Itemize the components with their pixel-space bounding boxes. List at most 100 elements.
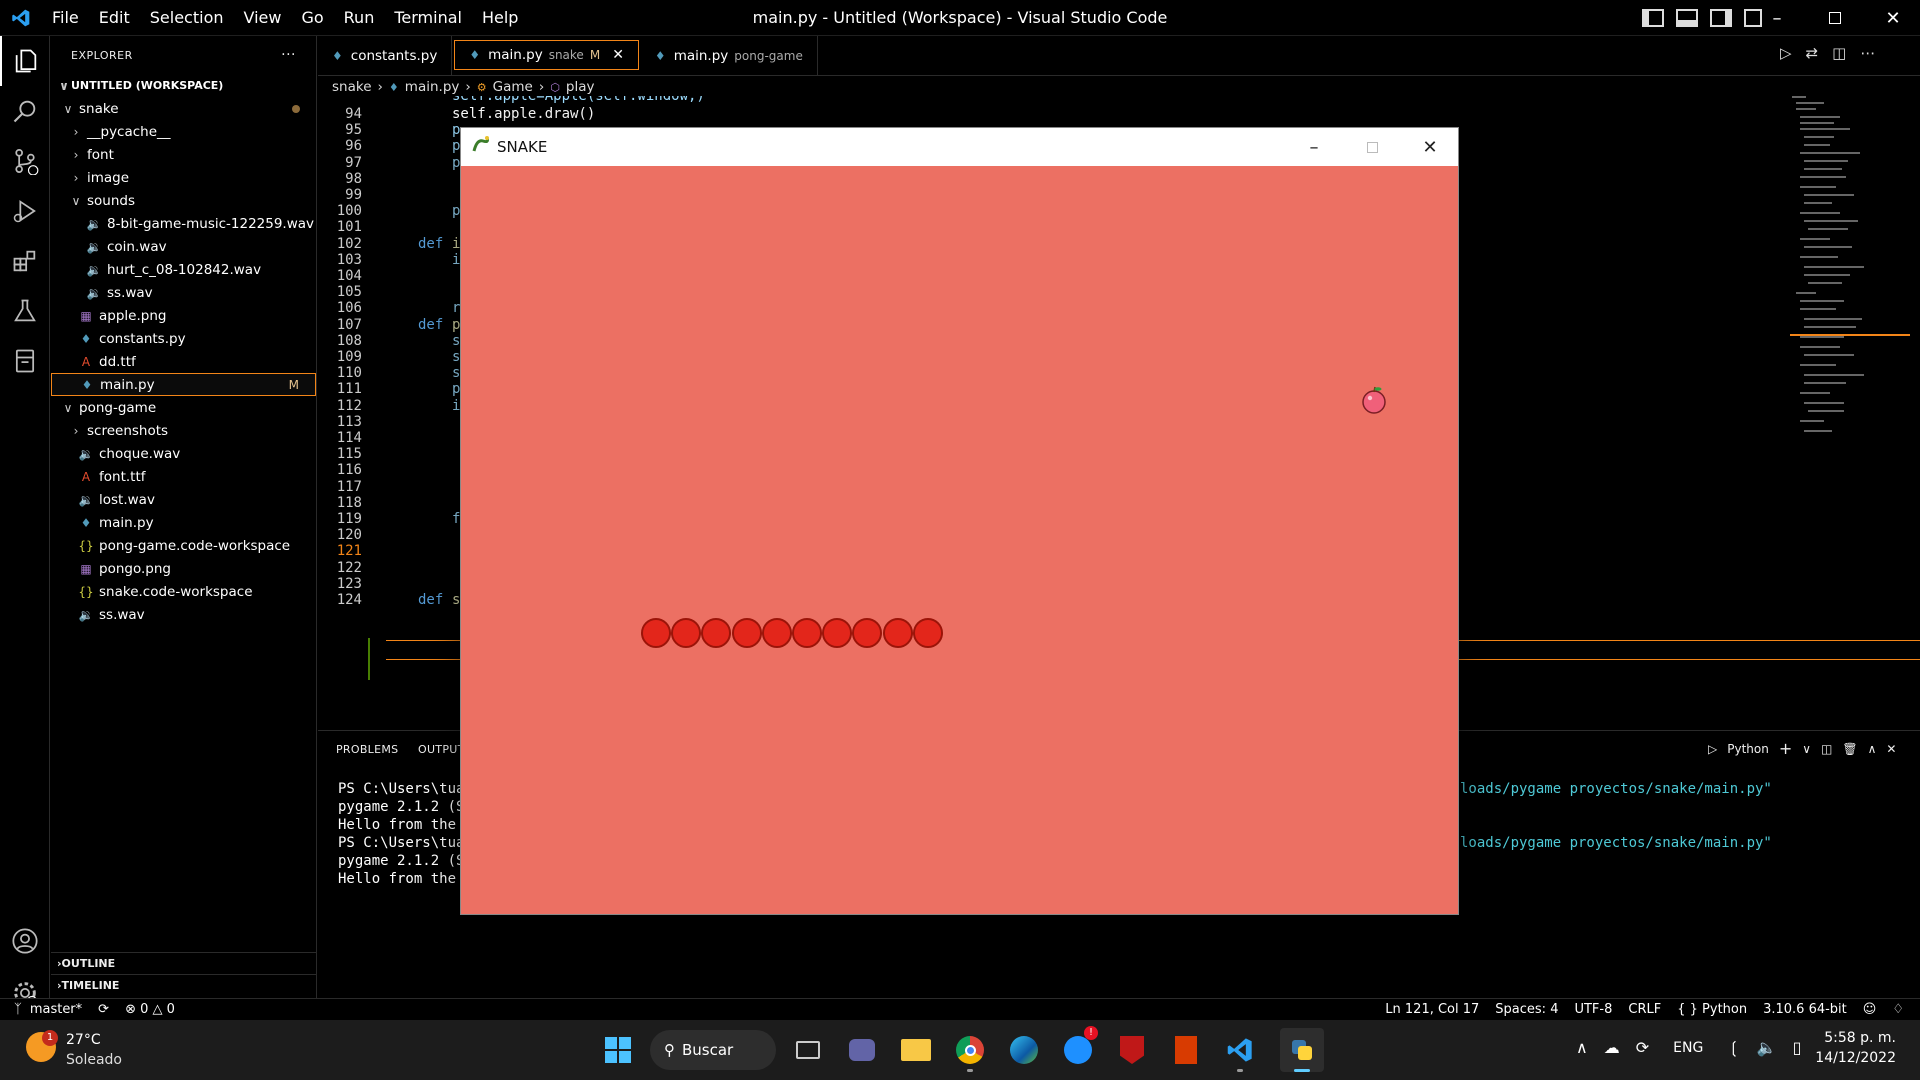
tree-file[interactable]: 🔉 ss.wav xyxy=(51,603,316,626)
search-icon[interactable] xyxy=(0,86,50,136)
tree-file[interactable]: 🔉 ss.wav xyxy=(51,281,316,304)
kill-terminal-icon[interactable]: 🗑 xyxy=(1842,742,1857,756)
workspace-header[interactable]: ∨ UNTITLED (WORKSPACE) xyxy=(51,74,316,97)
menu-view[interactable]: View xyxy=(234,0,292,36)
game-close-button[interactable]: ✕ xyxy=(1401,128,1459,166)
weather-temp[interactable]: 27°C xyxy=(66,1032,101,1048)
clock-time[interactable]: 5:58 p. m. xyxy=(1800,1030,1896,1046)
menu-run[interactable]: Run xyxy=(334,0,385,36)
tree-file[interactable]: 🔉 lost.wav xyxy=(51,488,316,511)
breadcrumb-main-py[interactable]: main.py xyxy=(405,79,460,95)
chrome-icon[interactable] xyxy=(948,1028,992,1072)
notifications-bell-icon[interactable]: ♢ xyxy=(1884,1002,1912,1017)
explorer-icon[interactable] xyxy=(0,36,50,86)
timeline-section[interactable]: › TIMELINE xyxy=(51,974,317,996)
tree-file[interactable]: 🔉 8-bit-game-music-122259.wav xyxy=(51,212,316,235)
accounts-icon[interactable] xyxy=(0,916,50,966)
outline-section[interactable]: › OUTLINE xyxy=(51,952,317,974)
remote-explorer-icon[interactable] xyxy=(0,336,50,386)
indentation[interactable]: Spaces: 4 xyxy=(1487,1002,1566,1017)
minimize-button[interactable]: – xyxy=(1748,0,1806,36)
more-actions-icon[interactable]: ⋯ xyxy=(1860,44,1875,62)
run-python-file-icon[interactable]: ▷ xyxy=(1780,44,1792,62)
git-branch[interactable]: master* xyxy=(30,1002,90,1017)
cursor-position[interactable]: Ln 121, Col 17 xyxy=(1377,1002,1487,1017)
wifi-icon[interactable]: ❲ xyxy=(1727,1038,1740,1057)
tab-problems[interactable]: PROBLEMS xyxy=(336,743,398,756)
explorer-more-button[interactable]: ··· xyxy=(281,47,296,63)
clock-date[interactable]: 14/12/2022 xyxy=(1800,1050,1896,1066)
tree-folder[interactable]: ∨ sounds xyxy=(51,189,316,212)
tree-file[interactable]: ▦ apple.png xyxy=(51,304,316,327)
menu-edit[interactable]: Edit xyxy=(89,0,140,36)
tab-constants-py[interactable]: ♦ constants.py xyxy=(318,36,453,76)
tree-file[interactable]: 🔉 choque.wav xyxy=(51,442,316,465)
sync-arrows-icon[interactable]: ⟳ xyxy=(1636,1038,1649,1057)
tree-file[interactable]: Add.ttf xyxy=(51,350,316,373)
edge-icon[interactable] xyxy=(1002,1028,1046,1072)
tree-folder[interactable]: › screenshots xyxy=(51,419,316,442)
feedback-icon[interactable]: ☺ xyxy=(1855,1002,1885,1017)
weather-desc[interactable]: Soleado xyxy=(66,1052,122,1068)
testing-icon[interactable] xyxy=(0,286,50,336)
split-terminal-icon[interactable]: ◫ xyxy=(1821,742,1832,756)
breadcrumb-play[interactable]: play xyxy=(566,79,595,95)
maximize-panel-icon[interactable]: ∧ xyxy=(1868,742,1877,756)
tree-folder[interactable]: › __pycache__ xyxy=(51,120,316,143)
tab-main-py-pong[interactable]: ♦ main.py pong-game xyxy=(641,36,818,76)
toggle-primary-sidebar-icon[interactable] xyxy=(1642,9,1664,27)
sync-icon[interactable]: ⟳ xyxy=(90,1002,117,1017)
tree-file[interactable]: Afont.ttf xyxy=(51,465,316,488)
game-maximize-button[interactable] xyxy=(1343,128,1401,166)
breadcrumb-snake[interactable]: snake xyxy=(332,79,372,95)
tree-file[interactable]: ♦ constants.py xyxy=(51,327,316,350)
tree-file[interactable]: ♦ main.py M xyxy=(51,373,316,396)
game-playfield[interactable] xyxy=(461,166,1458,914)
tree-file[interactable]: 🔉 hurt_c_08-102842.wav xyxy=(51,258,316,281)
onedrive-cloud-icon[interactable]: ☁ xyxy=(1604,1038,1620,1057)
restore-button[interactable] xyxy=(1806,0,1864,36)
snake-game-window[interactable]: SNAKE – ✕ xyxy=(460,127,1459,915)
close-tab-icon[interactable]: ✕ xyxy=(612,47,624,63)
menu-help[interactable]: Help xyxy=(472,0,528,36)
tree-file[interactable]: ▦ pongo.png xyxy=(51,557,316,580)
chevron-down-icon[interactable]: ∨ xyxy=(1802,742,1811,756)
new-terminal-icon[interactable]: + xyxy=(1779,739,1792,758)
file-explorer-icon[interactable] xyxy=(894,1028,938,1072)
start-windows-icon[interactable] xyxy=(596,1028,640,1072)
terminal-profile[interactable]: Python xyxy=(1727,742,1769,756)
menu-selection[interactable]: Selection xyxy=(140,0,234,36)
menu-go[interactable]: Go xyxy=(291,0,333,36)
tree-folder[interactable]: ∨ pong-game xyxy=(51,396,316,419)
extensions-icon[interactable] xyxy=(0,236,50,286)
run-debug-icon[interactable] xyxy=(0,186,50,236)
language-mode[interactable]: { } Python xyxy=(1669,1002,1755,1017)
game-title-bar[interactable]: SNAKE – ✕ xyxy=(461,128,1458,166)
menu-terminal[interactable]: Terminal xyxy=(384,0,472,36)
volume-icon[interactable]: 🔈 xyxy=(1757,1038,1777,1057)
python-interpreter[interactable]: 3.10.6 64-bit xyxy=(1755,1002,1855,1017)
office-icon[interactable] xyxy=(1164,1028,1208,1072)
tree-file[interactable]: ♦ main.py xyxy=(51,511,316,534)
tree-file[interactable]: {} snake.code-workspace xyxy=(51,580,316,603)
teams-chat-icon[interactable] xyxy=(840,1028,884,1072)
tree-file[interactable]: {} pong-game.code-workspace xyxy=(51,534,316,557)
close-panel-icon[interactable]: ✕ xyxy=(1886,742,1896,756)
vscode-taskbar-icon[interactable] xyxy=(1218,1028,1262,1072)
store-app-icon[interactable]: ! xyxy=(1056,1026,1100,1072)
taskbar-search[interactable]: ⚲ Buscar xyxy=(650,1030,776,1070)
source-control-icon[interactable] xyxy=(0,136,50,186)
end-of-line[interactable]: CRLF xyxy=(1620,1002,1669,1017)
task-view-icon[interactable] xyxy=(786,1028,830,1072)
menu-file[interactable]: File xyxy=(42,0,89,36)
tree-folder[interactable]: › font xyxy=(51,143,316,166)
tree-folder[interactable]: ∨ snake xyxy=(51,97,316,120)
mcafee-icon[interactable] xyxy=(1110,1028,1154,1072)
game-minimize-button[interactable]: – xyxy=(1285,128,1343,166)
split-editor-icon[interactable]: ◫ xyxy=(1832,44,1846,62)
open-changes-icon[interactable]: ⇄ xyxy=(1806,44,1819,62)
tab-main-py-snake[interactable]: ♦ main.py snake M ✕ xyxy=(454,40,639,70)
toggle-secondary-sidebar-icon[interactable] xyxy=(1710,9,1732,27)
show-hidden-icons-chevron-icon[interactable]: ∧ xyxy=(1576,1038,1588,1057)
tree-file[interactable]: 🔉 coin.wav xyxy=(51,235,316,258)
